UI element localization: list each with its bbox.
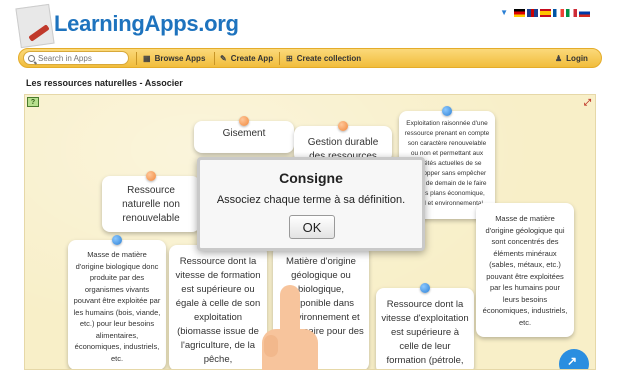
flag-ru-icon[interactable]	[579, 9, 590, 17]
pin-icon	[442, 106, 452, 116]
create-app-button[interactable]: ✎ Create App	[220, 52, 273, 65]
pin-icon	[338, 121, 348, 131]
fullscreen-icon[interactable]: ⤢	[584, 97, 591, 107]
pin-icon	[112, 235, 122, 245]
term-text: Gisement	[222, 128, 266, 139]
instruction-dialog: Consigne Associez chaque terme à sa défi…	[197, 157, 425, 251]
definition-card[interactable]: Masse de matière d'origine géologique qu…	[476, 203, 574, 337]
ok-button[interactable]: OK	[289, 215, 335, 239]
definition-card[interactable]: Ressource dont la vitesse d'exploitation…	[376, 283, 474, 369]
divider	[214, 52, 215, 65]
pencil-icon: ✎	[220, 54, 227, 63]
page-title: Les ressources naturelles - Associer	[26, 78, 183, 88]
pin-icon	[420, 283, 430, 293]
term-card[interactable]: Gisement	[194, 116, 294, 153]
search-input[interactable]	[38, 53, 126, 63]
collection-icon: ⊞	[286, 54, 293, 63]
flag-en-icon[interactable]	[527, 9, 538, 17]
flag-es-icon[interactable]	[540, 9, 551, 17]
divider	[136, 52, 137, 65]
page: LearningApps.org ▼ ▦ Browse Apps ✎ Creat…	[0, 0, 620, 370]
pin-icon	[146, 171, 156, 181]
create-app-label: Create App	[230, 54, 274, 63]
hand-knuckle	[264, 335, 278, 357]
search-box[interactable]	[23, 51, 129, 65]
dialog-message: Associez chaque terme à sa définition.	[216, 194, 406, 206]
definition-text: Masse de matière d'origine biologique do…	[73, 250, 161, 363]
login-button[interactable]: ♟ Login	[555, 52, 588, 65]
definition-text: Ressource dont la vitesse d'exploitation…	[381, 299, 469, 366]
definition-text: Ressource dont la vitesse de formation e…	[175, 256, 261, 365]
share-icon: ↗	[566, 354, 578, 368]
create-collection-button[interactable]: ⊞ Create collection	[286, 52, 361, 65]
logo-text: LearningApps.org	[54, 11, 239, 36]
share-button[interactable]: ↗	[559, 349, 589, 369]
pointing-hand-icon	[262, 285, 322, 370]
definition-card[interactable]: Ressource dont la vitesse de formation e…	[169, 245, 267, 369]
browse-apps-label: Browse Apps	[154, 54, 206, 63]
navbar: ▦ Browse Apps ✎ Create App ⊞ Create coll…	[18, 48, 602, 68]
create-collection-label: Create collection	[296, 54, 362, 63]
user-icon: ♟	[555, 54, 563, 63]
term-text: Ressource naturelle non renouvelable	[122, 185, 180, 224]
divider	[279, 52, 280, 65]
flag-it-icon[interactable]	[566, 9, 577, 17]
logo[interactable]: LearningApps.org	[15, 0, 239, 49]
login-label: Login	[566, 54, 588, 63]
grid-icon: ▦	[143, 54, 151, 63]
help-icon[interactable]: ?	[27, 97, 39, 107]
definition-card[interactable]: Masse de matière d'origine biologique do…	[68, 235, 166, 369]
logo-paper-icon	[15, 3, 55, 49]
pin-icon	[239, 116, 249, 126]
definition-text: Masse de matière d'origine géologique qu…	[482, 214, 568, 327]
language-bar: ▼	[500, 8, 590, 18]
dialog-title: Consigne	[279, 170, 343, 186]
search-icon	[28, 54, 35, 62]
flag-fr-icon[interactable]	[553, 9, 564, 17]
browse-apps-button[interactable]: ▦ Browse Apps	[143, 52, 205, 65]
chevron-down-icon[interactable]: ▼	[500, 8, 508, 18]
term-card[interactable]: Ressource naturelle non renouvelable	[102, 171, 200, 232]
flag-de-icon[interactable]	[514, 9, 525, 17]
